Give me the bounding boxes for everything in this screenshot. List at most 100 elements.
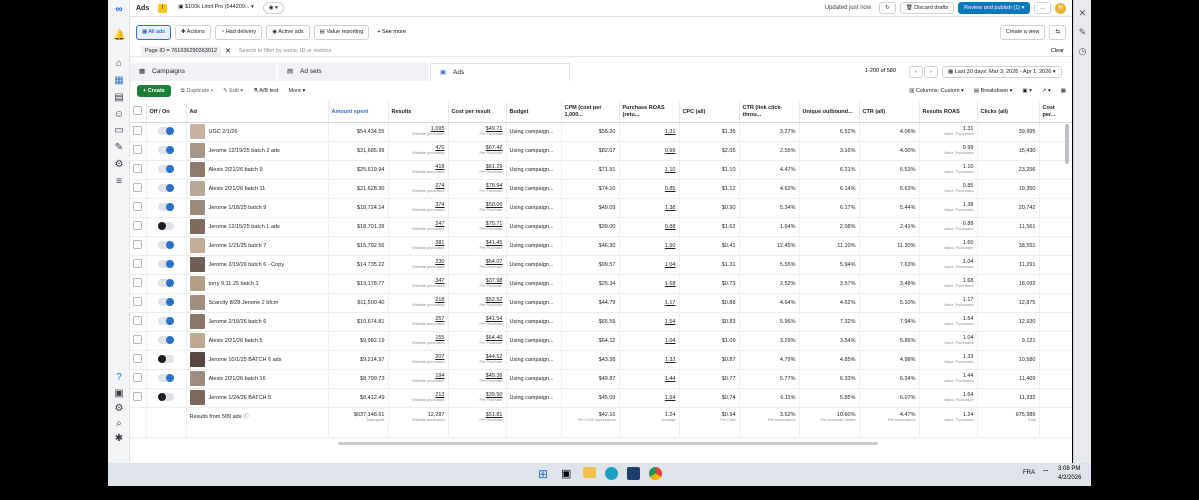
taskview-icon[interactable]: ▣ — [561, 468, 571, 480]
ad-name[interactable]: Scarcity 8/28 Jerome 2 bfcm — [209, 300, 279, 306]
edit-button[interactable]: ✎ Edit ▾ — [223, 88, 243, 94]
more-actions-button[interactable]: More ▾ — [288, 88, 305, 94]
search-icon[interactable]: ⌕ — [113, 418, 125, 430]
view-all-ads[interactable]: ▦ All ads — [136, 24, 171, 40]
clock-time[interactable]: 3:08 PM — [1058, 466, 1080, 472]
row-checkbox[interactable] — [133, 145, 142, 154]
table-row[interactable]: Alexis 2/21/26 batch 16 $8,799.73 194 Websi… — [130, 369, 1072, 389]
delivery-toggle[interactable] — [158, 335, 174, 344]
delivery-toggle[interactable] — [158, 202, 174, 211]
row-checkbox[interactable] — [133, 354, 142, 363]
business-selector[interactable]: ◉ ▾ — [262, 2, 284, 14]
side-pen-icon[interactable]: ✎ — [1074, 27, 1091, 38]
ad-name[interactable]: Alexis 2/21/26 batch 5 — [209, 338, 263, 344]
roas-value[interactable]: 1.17 — [665, 300, 676, 306]
duplicate-button[interactable]: ⧉ Duplicate ▾ — [181, 88, 213, 95]
roas-value[interactable]: 1.54 — [665, 319, 676, 325]
table-row[interactable]: Jerome 1/24/26 BATCH 5 $8,412.49 213 Websit… — [130, 388, 1072, 408]
row-checkbox[interactable] — [133, 259, 142, 268]
table-row[interactable]: Jerome 12/19/25 batch 2 ads $31,685.99 470… — [130, 141, 1072, 161]
ad-name-cell[interactable]: Alexis 2/21/26 batch 9 — [186, 160, 329, 180]
select-all-checkbox[interactable] — [130, 102, 147, 123]
view-active-ads[interactable]: ◉ Active ads — [266, 24, 310, 40]
ad-name[interactable]: Jerome 1/21/25 batch 7 — [209, 243, 267, 249]
ad-name-cell[interactable]: Jerome 2/19/26 batch 6 — [186, 312, 329, 332]
delivery-toggle[interactable] — [158, 373, 174, 382]
roas-value[interactable]: 1.44 — [665, 376, 676, 382]
delivery-toggle[interactable] — [158, 278, 174, 287]
side-history-icon[interactable]: ◷ — [1074, 46, 1091, 57]
column-header[interactable]: Budget — [506, 102, 562, 123]
meta-logo-icon[interactable]: ∞ — [113, 4, 125, 16]
ad-name[interactable]: Jerome 2/19/26 batch 6 - Copy — [209, 262, 285, 268]
table-row[interactable]: Jerome 2/19/26 batch 6 $10,674.81 257 Websi… — [130, 312, 1072, 332]
audience-icon[interactable]: ☺ — [113, 109, 125, 121]
charts-icon[interactable]: ▦ — [1061, 88, 1066, 94]
checkbox[interactable] — [133, 106, 142, 115]
ad-name[interactable]: Alexis 2/21/26 batch 16 — [209, 376, 266, 382]
discard-drafts-button[interactable]: 🗑 Discard drafts — [899, 2, 955, 14]
ad-name-cell[interactable]: Alexis 2/21/26 batch 16 — [186, 369, 329, 389]
roas-value[interactable]: 1.04 — [665, 262, 676, 268]
side-close-icon[interactable]: ✕ — [1074, 8, 1091, 19]
tab-campaigns[interactable]: ▦ Campaigns — [130, 63, 276, 81]
app-icon[interactable] — [627, 467, 640, 480]
ad-name-cell[interactable]: Jerome 1/21/25 batch 7 — [186, 236, 329, 256]
ad-name[interactable]: Alexis 2/21/26 batch 11 — [209, 186, 266, 192]
more-options-button[interactable]: ... — [1034, 2, 1051, 14]
column-header[interactable]: Unique outbound... — [799, 102, 860, 123]
ad-name-cell[interactable]: Alexis 2/21/26 batch 11 — [186, 179, 329, 199]
ad-name-cell[interactable]: Jerome 2/19/26 batch 6 - Copy — [186, 255, 329, 275]
row-checkbox[interactable] — [133, 202, 142, 211]
ad-name[interactable]: Jerome 1/18/25 batch 9 — [209, 205, 267, 211]
row-checkbox[interactable] — [133, 373, 142, 382]
table-row[interactable]: Alexis 2/21/26 batch 5 $9,982.19 155 Websit… — [130, 331, 1072, 351]
column-header[interactable]: Results ROAS — [919, 102, 978, 123]
events-icon[interactable]: ⚙ — [113, 159, 125, 171]
table-row[interactable]: Alexis 2/21/26 batch 9 $25,619.94 418 Websi… — [130, 160, 1072, 180]
help-icon[interactable]: ? — [113, 372, 125, 384]
roas-value[interactable]: 0.88 — [665, 224, 676, 230]
breakdown-button[interactable]: ▤ Breakdown ▾ — [974, 88, 1013, 94]
ads-manager-icon[interactable]: ▦ — [113, 75, 125, 87]
bell-icon[interactable]: 🔔 — [113, 30, 125, 42]
delivery-toggle[interactable] — [158, 297, 174, 306]
network-icon[interactable]: ⌔ — [1042, 468, 1050, 478]
tab-ads[interactable]: ▣ Ads — [430, 63, 570, 81]
column-header[interactable]: Clicks (all) — [977, 102, 1040, 123]
roas-value[interactable]: 1.04 — [665, 338, 676, 344]
delivery-toggle[interactable] — [158, 240, 174, 249]
table-row[interactable]: Jerome 1/18/25 batch 9 $18,724.14 374 Websi… — [130, 198, 1072, 218]
chrome-icon[interactable] — [649, 467, 662, 480]
row-checkbox[interactable] — [133, 221, 142, 230]
ad-name-cell[interactable]: Jerome 10/1/25 BATCH 6 ads — [186, 350, 329, 370]
table-row[interactable]: Alexis 2/21/26 batch 11 $21,628.30 274 Webs… — [130, 179, 1072, 199]
filter-search-input[interactable]: Search to filter by name, ID or metrics — [239, 48, 331, 54]
table-row[interactable]: Jerome 2/19/26 batch 6 - Copy $14,735.22 2… — [130, 255, 1072, 275]
roas-value[interactable]: 0.99 — [665, 148, 676, 154]
delivery-toggle[interactable] — [158, 259, 174, 268]
ad-name-cell[interactable]: Jerome 1/24/26 BATCH 5 — [186, 388, 329, 408]
filter-remove-icon[interactable]: ✕ — [225, 47, 231, 55]
view-had-delivery[interactable]: ◔ Had delivery — [214, 24, 263, 40]
view-actions[interactable]: ✚ Actions — [174, 24, 211, 40]
delivery-toggle[interactable] — [158, 164, 174, 173]
tab-adsets[interactable]: ▤ Ad sets — [278, 63, 428, 81]
table-row[interactable]: Jerome 1/21/25 batch 7 $15,792.56 381 Websi… — [130, 236, 1072, 256]
row-checkbox[interactable] — [133, 316, 142, 325]
columns-button[interactable]: ▥ Columns: Custom ▾ — [909, 88, 964, 94]
ab-test-button[interactable]: ⚗ A/B test — [253, 88, 278, 94]
ad-name[interactable]: Jerome 10/1/25 BATCH 6 ads — [209, 357, 282, 363]
column-header[interactable]: Results — [388, 102, 449, 123]
tools-icon[interactable]: ✎ — [113, 142, 125, 154]
windows-start-icon[interactable]: ⊞ — [538, 468, 548, 480]
column-header[interactable]: CPC (all) — [679, 102, 740, 123]
ad-name-cell[interactable]: Alexis 2/21/26 batch 5 — [186, 331, 329, 351]
row-checkbox[interactable] — [133, 297, 142, 306]
account-selector[interactable]: ▣ $100k Limit Pro (544209... ▾ — [173, 2, 259, 14]
column-header[interactable]: CTR (all) — [859, 102, 920, 123]
refresh-button[interactable]: ↻ — [879, 2, 896, 14]
column-header[interactable]: Ad — [186, 102, 329, 123]
delivery-toggle[interactable] — [158, 392, 174, 401]
roas-value[interactable]: 1.31 — [665, 129, 676, 135]
